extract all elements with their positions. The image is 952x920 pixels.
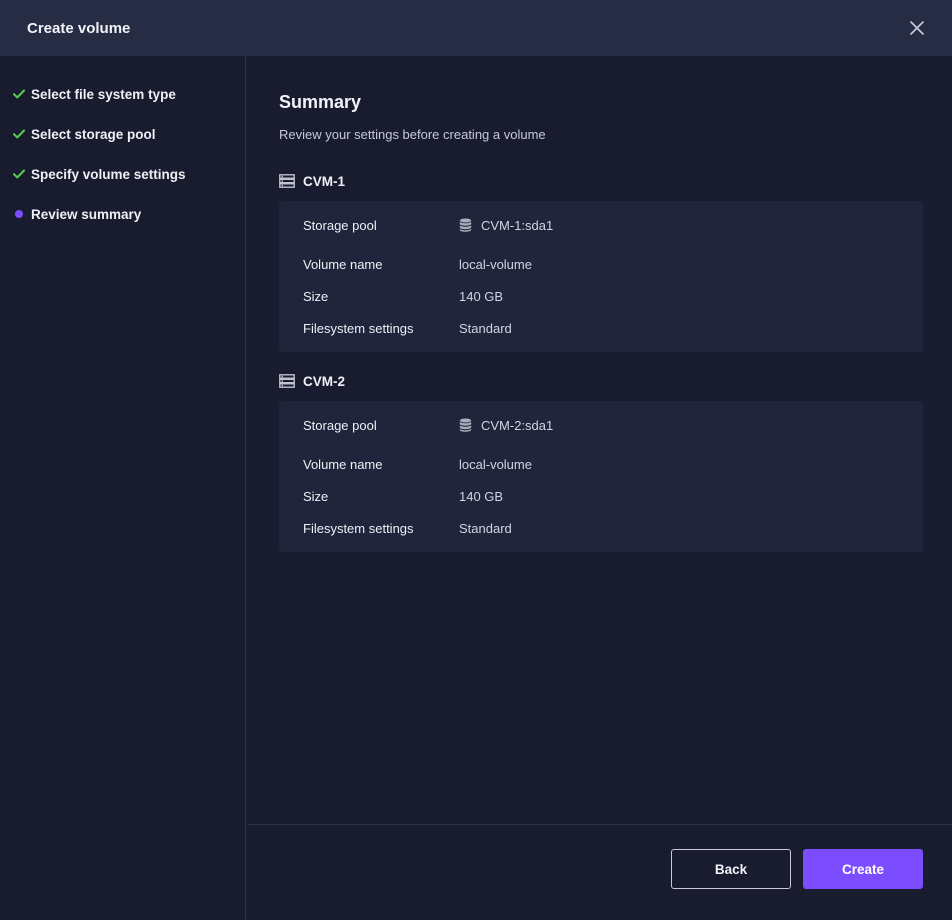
back-button[interactable]: Back — [671, 849, 791, 889]
check-icon — [13, 169, 25, 179]
close-button[interactable] — [908, 19, 926, 37]
cvm-summary-card: Storage pool CVM-1:sda1 Volume name loca… — [279, 201, 923, 352]
step-label: Select storage pool — [31, 126, 156, 142]
cvm-header: CVM-1 — [279, 171, 923, 191]
dialog-footer: Back Create — [247, 824, 952, 920]
wizard-steps: Select file system type Select storage p… — [0, 56, 246, 920]
create-button[interactable]: Create — [803, 849, 923, 889]
volume-name-value: local-volume — [459, 456, 532, 472]
storage-pool-value: CVM-1:sda1 — [481, 217, 554, 233]
server-icon — [279, 174, 295, 188]
cvm-header: CVM-2 — [279, 371, 923, 391]
row-storage-pool: Storage pool CVM-1:sda1 — [303, 217, 899, 233]
dialog-header: Create volume — [0, 0, 952, 56]
row-filesystem-settings: Filesystem settings Standard — [303, 320, 899, 336]
check-icon — [13, 89, 25, 99]
filesystem-settings-value: Standard — [459, 320, 512, 336]
field-label: Size — [303, 288, 329, 304]
field-label: Storage pool — [303, 417, 377, 433]
close-icon — [910, 21, 924, 35]
field-label: Filesystem settings — [303, 520, 414, 536]
step-review-summary[interactable]: Review summary — [0, 194, 245, 234]
field-label: Volume name — [303, 456, 383, 472]
step-label: Select file system type — [31, 86, 176, 102]
row-storage-pool: Storage pool CVM-2:sda1 — [303, 417, 899, 433]
check-icon — [13, 129, 25, 139]
filesystem-settings-value: Standard — [459, 520, 512, 536]
database-icon — [459, 218, 472, 232]
field-label: Size — [303, 488, 329, 504]
size-value: 140 GB — [459, 288, 504, 304]
step-label: Specify volume settings — [31, 166, 186, 182]
storage-pool-value: CVM-2:sda1 — [481, 417, 554, 433]
field-label: Storage pool — [303, 217, 377, 233]
cvm-name: CVM-2 — [303, 373, 346, 389]
summary-title: Summary — [279, 92, 362, 112]
row-volume-name: Volume name local-volume — [303, 256, 899, 272]
dialog-title: Create volume — [27, 19, 131, 37]
volume-name-value: local-volume — [459, 256, 532, 272]
database-icon — [459, 418, 472, 432]
row-filesystem-settings: Filesystem settings Standard — [303, 520, 899, 536]
step-label: Review summary — [31, 206, 142, 222]
size-value: 140 GB — [459, 488, 504, 504]
cvm-name: CVM-1 — [303, 173, 346, 189]
server-icon — [279, 374, 295, 388]
field-label: Filesystem settings — [303, 320, 414, 336]
step-select-file-system-type[interactable]: Select file system type — [0, 74, 245, 114]
row-volume-name: Volume name local-volume — [303, 456, 899, 472]
summary-subtitle: Review your settings before creating a v… — [279, 127, 546, 142]
cvm-summary-card: Storage pool CVM-2:sda1 Volume name loca… — [279, 401, 923, 552]
current-step-dot-icon — [15, 210, 23, 218]
field-label: Volume name — [303, 256, 383, 272]
row-size: Size 140 GB — [303, 488, 899, 504]
summary-panel: Summary Review your settings before crea… — [247, 56, 952, 824]
step-specify-volume-settings[interactable]: Specify volume settings — [0, 154, 245, 194]
step-select-storage-pool[interactable]: Select storage pool — [0, 114, 245, 154]
row-size: Size 140 GB — [303, 288, 899, 304]
